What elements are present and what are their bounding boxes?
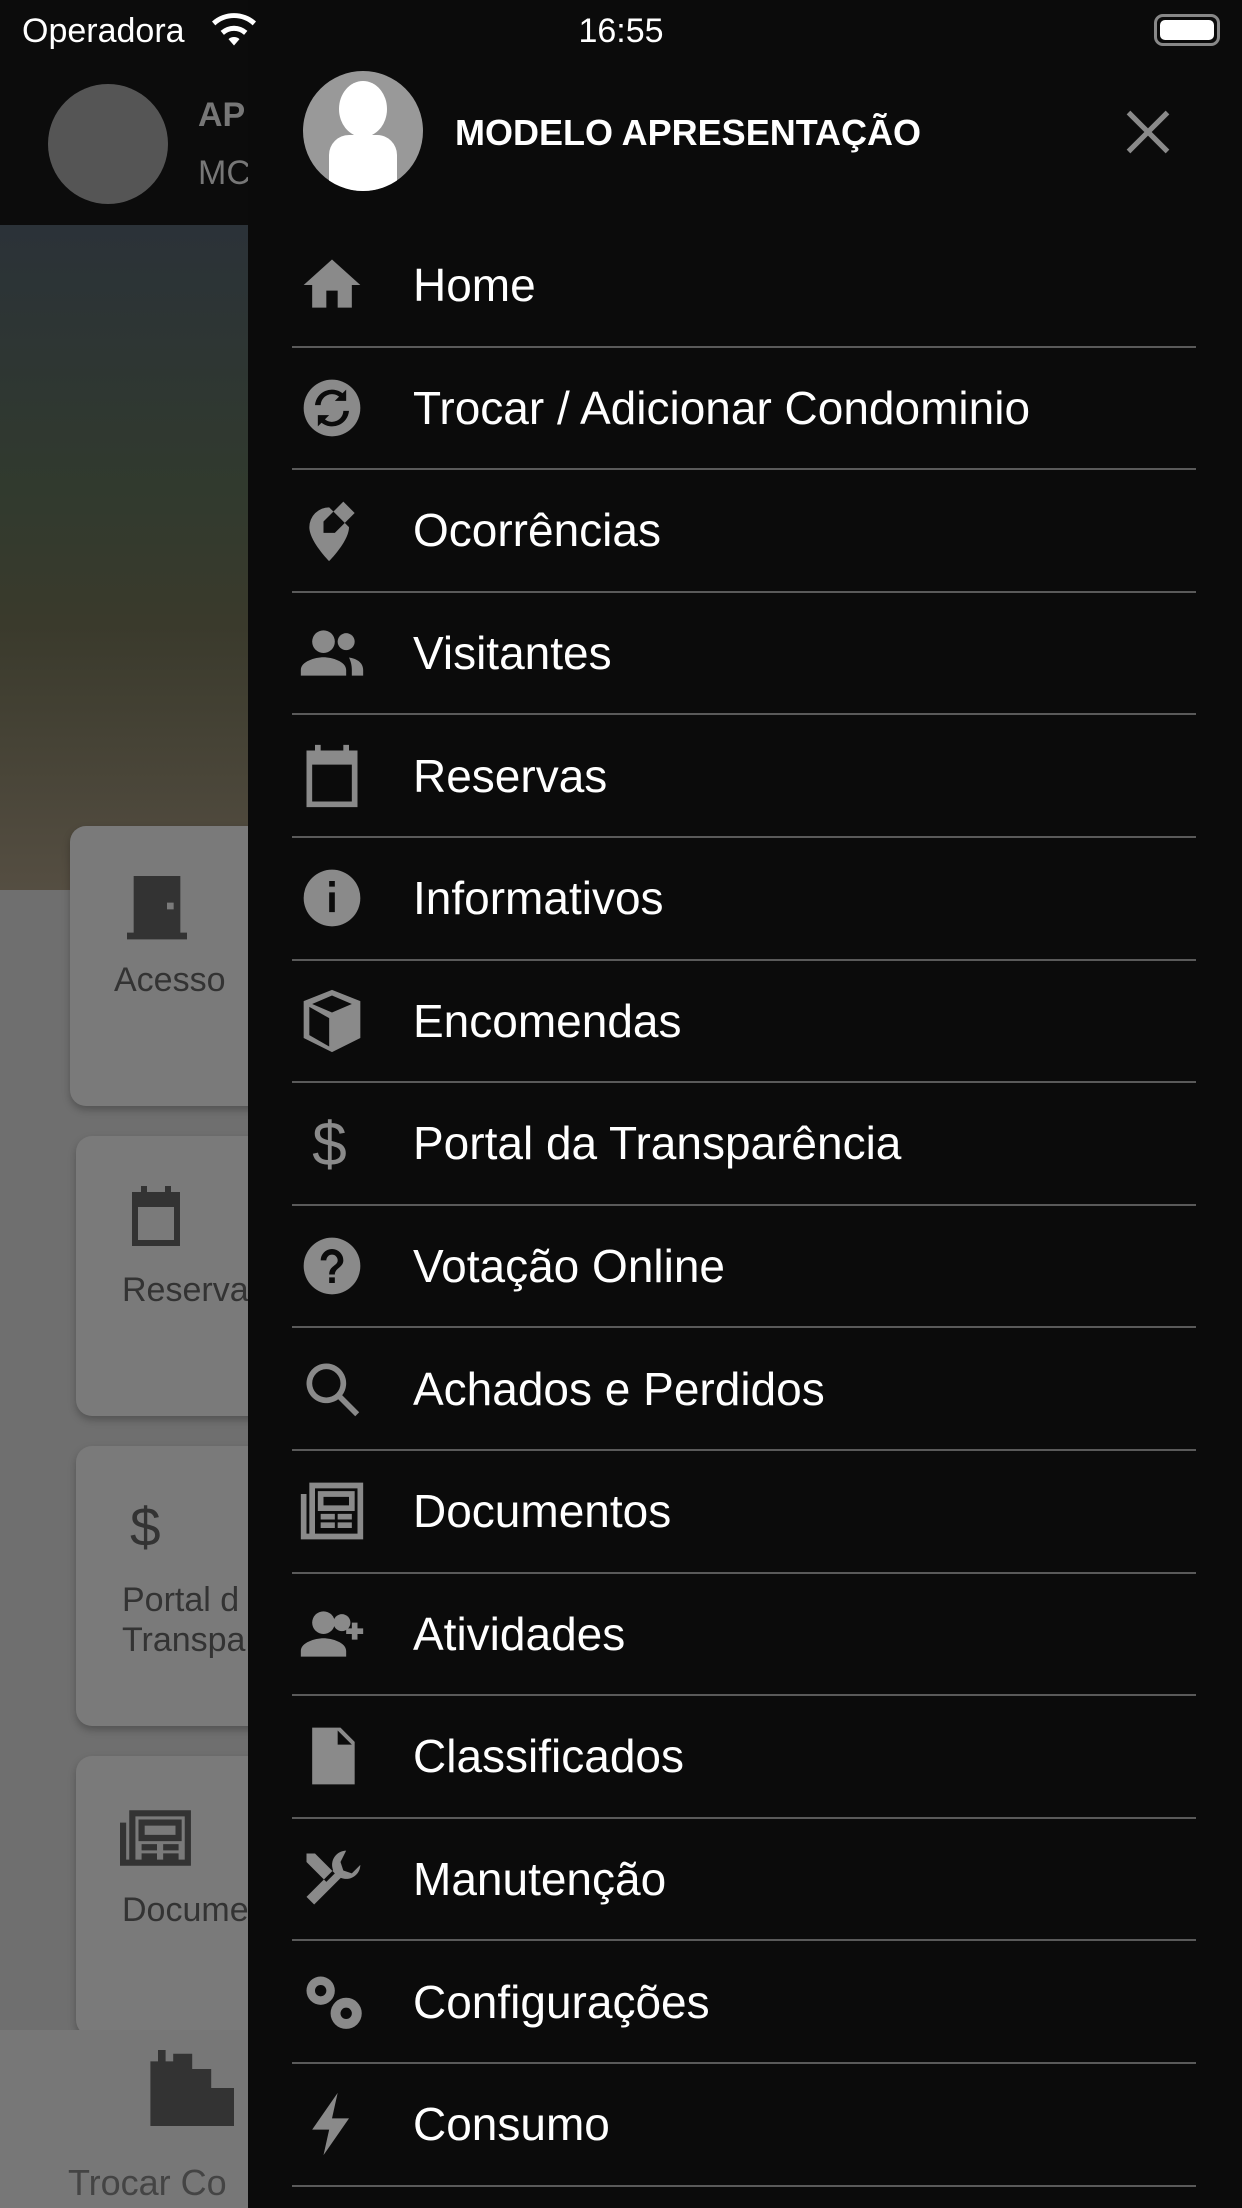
card-reservas[interactable]: Reserva bbox=[76, 1136, 248, 1416]
menu-item-label: Informativos bbox=[413, 872, 664, 925]
bolt-icon bbox=[292, 2084, 372, 2164]
drawer-title: MODELO APRESENTAÇÃO bbox=[455, 112, 922, 153]
people-icon bbox=[292, 613, 372, 693]
menu-item-label: Classificados bbox=[413, 1730, 684, 1783]
banner-image bbox=[0, 225, 248, 890]
dollar-icon: $ bbox=[292, 1103, 372, 1183]
drawer-menu: Home Trocar / Adicionar Condominio Ocorrên… bbox=[292, 225, 1196, 2187]
dollar-icon: $ bbox=[130, 1496, 161, 1556]
user-avatar bbox=[303, 71, 423, 191]
menu-item-label: Consumo bbox=[413, 2098, 610, 2151]
gears-icon bbox=[292, 1962, 372, 2042]
menu-item-label: Portal da Transparência bbox=[413, 1117, 902, 1170]
menu-item-label: Manutenção bbox=[413, 1853, 667, 1906]
card-portal[interactable]: $ Portal d Transpa bbox=[76, 1446, 248, 1726]
menu-item-visitantes[interactable]: Visitantes bbox=[292, 593, 1196, 716]
newspaper-icon bbox=[292, 1471, 372, 1551]
menu-item-label: Home bbox=[413, 259, 536, 312]
info-icon bbox=[292, 858, 372, 938]
menu-item-label: Atividades bbox=[413, 1607, 626, 1660]
svg-text:$: $ bbox=[312, 1111, 347, 1177]
menu-item-label: Ocorrências bbox=[413, 504, 661, 557]
background-screen: AP MC Acesso Reserva $ Portal d Transpa … bbox=[0, 0, 248, 2208]
bottom-nav-trocar[interactable]: Trocar Co bbox=[0, 2030, 248, 2208]
menu-item-label: Configurações bbox=[413, 1975, 710, 2028]
card-documentos[interactable]: Docume bbox=[76, 1756, 248, 2036]
menu-item-label: Documentos bbox=[413, 1485, 672, 1538]
menu-item-trocar-adicionar-condominio[interactable]: Trocar / Adicionar Condominio bbox=[292, 348, 1196, 471]
header-text: AP bbox=[198, 96, 246, 134]
menu-item-achados-e-perdidos[interactable]: Achados e Perdidos bbox=[292, 1328, 1196, 1451]
menu-item-ocorrencias[interactable]: Ocorrências bbox=[292, 470, 1196, 593]
menu-item-label: Votação Online bbox=[413, 1240, 726, 1293]
menu-item-consumo[interactable]: Consumo bbox=[292, 2064, 1196, 2187]
menu-item-label: Visitantes bbox=[413, 627, 612, 680]
clock: 16:55 bbox=[578, 12, 664, 50]
menu-item-documentos[interactable]: Documentos bbox=[292, 1451, 1196, 1574]
door-icon bbox=[127, 876, 187, 940]
question-icon bbox=[292, 1226, 372, 1306]
menu-item-manutencao[interactable]: Manutenção bbox=[292, 1819, 1196, 1942]
card-acesso[interactable]: Acesso bbox=[70, 826, 248, 1106]
avatar bbox=[48, 84, 168, 204]
person-add-icon bbox=[292, 1594, 372, 1674]
battery-icon bbox=[1154, 14, 1220, 46]
navigation-drawer: MODELO APRESENTAÇÃO Home Trocar / Adicion… bbox=[248, 0, 1242, 2208]
menu-item-votacao-online[interactable]: Votação Online bbox=[292, 1206, 1196, 1329]
menu-item-informativos[interactable]: Informativos bbox=[292, 838, 1196, 961]
newspaper-icon bbox=[120, 1810, 191, 1866]
menu-item-label: Encomendas bbox=[413, 994, 682, 1047]
menu-item-label: Reservas bbox=[413, 749, 608, 802]
swap-icon bbox=[292, 368, 372, 448]
calendar-icon bbox=[292, 736, 372, 816]
menu-item-home[interactable]: Home bbox=[292, 225, 1196, 348]
menu-item-reservas[interactable]: Reservas bbox=[292, 715, 1196, 838]
document-icon bbox=[292, 1716, 372, 1796]
building-icon bbox=[150, 2050, 234, 2126]
menu-item-portal-da-transparencia[interactable]: $ Portal da Transparência bbox=[292, 1083, 1196, 1206]
menu-item-configuracoes[interactable]: Configurações bbox=[292, 1941, 1196, 2064]
menu-item-classificados[interactable]: Classificados bbox=[292, 1696, 1196, 1819]
close-icon[interactable] bbox=[1122, 106, 1174, 158]
menu-item-label: Achados e Perdidos bbox=[413, 1362, 825, 1415]
menu-item-atividades[interactable]: Atividades bbox=[292, 1574, 1196, 1697]
search-icon bbox=[292, 1349, 372, 1429]
box-icon bbox=[292, 981, 372, 1061]
home-icon bbox=[292, 245, 372, 325]
header-subtext: MC bbox=[198, 154, 248, 192]
pin-edit-icon bbox=[292, 490, 372, 570]
menu-item-label: Trocar / Adicionar Condominio bbox=[413, 381, 1031, 434]
tools-icon bbox=[292, 1839, 372, 1919]
menu-item-encomendas[interactable]: Encomendas bbox=[292, 961, 1196, 1084]
status-bar: Operadora 16:55 bbox=[0, 0, 1242, 62]
calendar-icon bbox=[132, 1186, 180, 1246]
svg-text:$: $ bbox=[130, 1496, 161, 1556]
